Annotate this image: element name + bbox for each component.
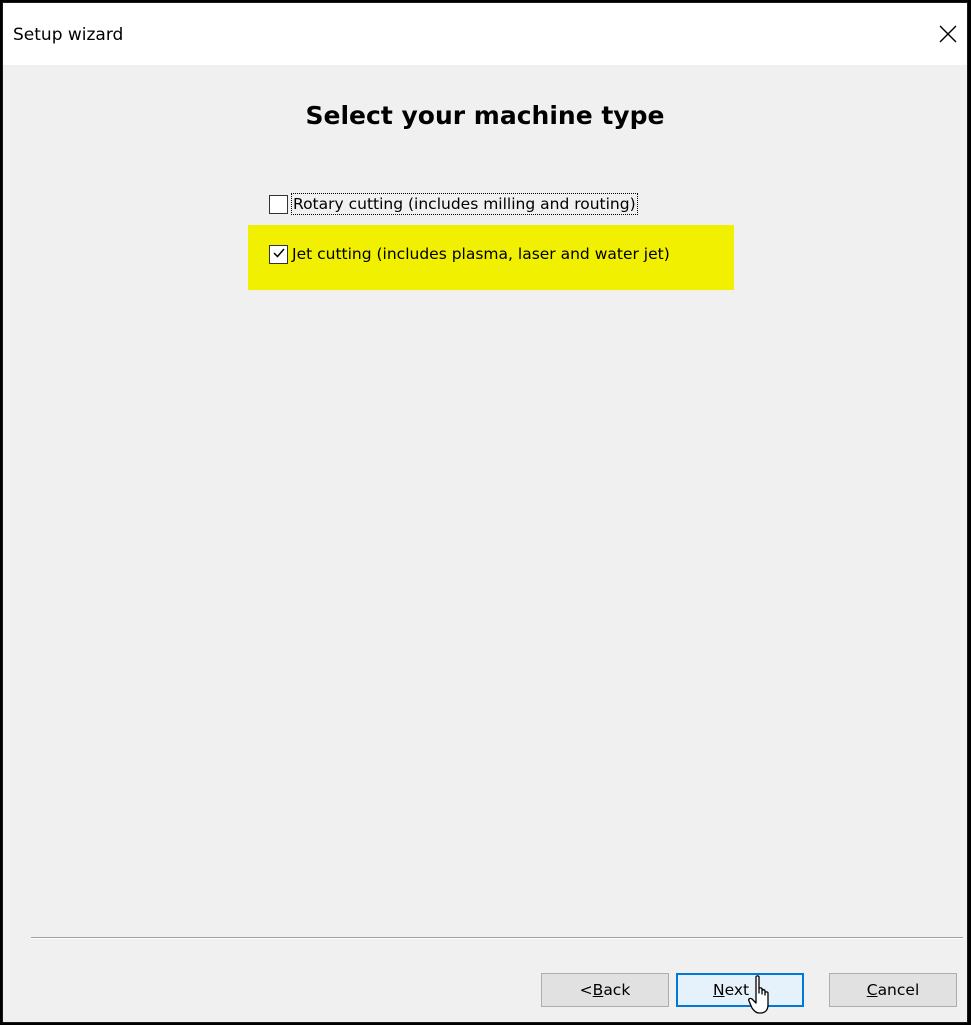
rotary-cutting-option[interactable]: Rotary cutting (includes milling and rou… bbox=[269, 193, 638, 215]
close-button[interactable] bbox=[931, 19, 965, 53]
setup-wizard-window: Setup wizard Select your machine type Ro… bbox=[2, 2, 968, 1023]
back-button-access-key: B bbox=[592, 981, 604, 999]
cancel-button-label: ancel bbox=[877, 981, 920, 999]
cancel-button[interactable]: Cancel bbox=[829, 973, 957, 1007]
cancel-button-access-key: C bbox=[866, 981, 878, 999]
footer-separator bbox=[31, 937, 963, 939]
page-heading: Select your machine type bbox=[305, 101, 665, 130]
next-button-label: ext > bbox=[724, 981, 768, 999]
back-button[interactable]: < Back bbox=[541, 973, 669, 1007]
close-icon bbox=[939, 25, 957, 47]
rotary-cutting-checkbox[interactable] bbox=[269, 194, 288, 214]
jet-cutting-checkbox[interactable] bbox=[269, 244, 288, 264]
title-bar: Setup wizard bbox=[3, 3, 967, 65]
jet-cutting-option[interactable]: Jet cutting (includes plasma, laser and … bbox=[269, 244, 670, 264]
next-button[interactable]: Next > bbox=[676, 973, 804, 1007]
rotary-cutting-label: Rotary cutting (includes milling and rou… bbox=[291, 193, 638, 215]
back-button-prefix: < bbox=[579, 981, 593, 999]
checkmark-icon bbox=[272, 245, 286, 264]
window-title: Setup wizard bbox=[13, 25, 124, 45]
jet-cutting-label: Jet cutting (includes plasma, laser and … bbox=[292, 245, 670, 263]
next-button-access-key: N bbox=[712, 981, 725, 999]
back-button-label: ack bbox=[603, 981, 631, 999]
